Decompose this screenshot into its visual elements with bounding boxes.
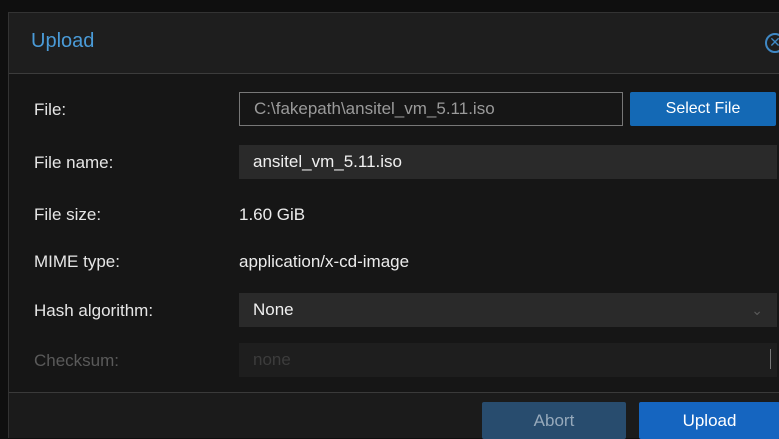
dialog-title: Upload	[31, 30, 95, 52]
checksum-placeholder: none	[253, 350, 291, 369]
file-size-value: 1.60 GiB	[239, 205, 306, 224]
abort-button[interactable]: Abort	[482, 402, 626, 439]
mime-type-value: application/x-cd-image	[239, 252, 410, 271]
upload-button[interactable]: Upload	[639, 402, 779, 439]
file-label: File:	[34, 100, 67, 119]
file-name-label: File name:	[34, 153, 114, 172]
file-name-input[interactable]: ansitel_vm_5.11.iso	[239, 145, 777, 179]
file-size-label: File size:	[34, 205, 102, 224]
hash-algorithm-select[interactable]: None ⌄	[239, 293, 777, 327]
hash-algorithm-value: None	[253, 300, 294, 319]
file-path-field[interactable]: C:\fakepath\ansitel_vm_5.11.iso	[239, 92, 623, 126]
checksum-label: Checksum:	[34, 351, 120, 370]
input-resize-handle	[770, 349, 771, 369]
dialog-titlebar: Upload ✕	[9, 13, 779, 74]
checksum-input: none	[239, 343, 777, 377]
close-icon[interactable]: ✕	[765, 33, 779, 53]
hash-algorithm-label: Hash algorithm:	[34, 301, 154, 320]
dialog-body: File: C:\fakepath\ansitel_vm_5.11.iso Se…	[9, 74, 779, 393]
select-file-button[interactable]: Select File	[630, 92, 776, 126]
mime-type-label: MIME type:	[34, 252, 120, 271]
upload-dialog: Upload ✕ File: C:\fakepath\ansitel_vm_5.…	[8, 12, 779, 439]
chevron-down-icon[interactable]: ⌄	[751, 293, 763, 327]
